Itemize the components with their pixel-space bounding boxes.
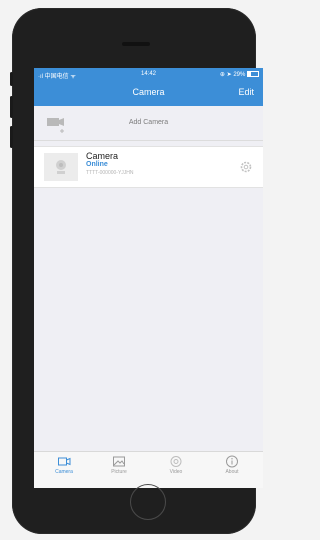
home-button[interactable] — [130, 484, 166, 520]
add-camera-label: Add Camera — [128, 119, 169, 126]
location-icon: ⊕ ➤ — [219, 72, 234, 78]
tab-video-label: Video — [169, 469, 183, 475]
page-title: Camera — [132, 87, 165, 97]
camera-device-id: TTTT-000000-YJJHN — [86, 170, 134, 176]
camera-list-item[interactable]: Camera Online TTTT-000000-YJJHN — [34, 146, 263, 188]
tab-about-label: About — [225, 469, 239, 475]
app-screen: ·ıl 中国电信 ᯤ 14:42 ⊕ ➤ 29% Camera Edit Add… — [34, 68, 263, 488]
mute-switch — [10, 72, 13, 86]
settings-gear-icon[interactable] — [239, 160, 253, 174]
tab-picture[interactable]: Picture — [97, 455, 141, 487]
picture-icon — [113, 456, 125, 467]
status-indicators: ⊕ ➤ 29% — [220, 71, 259, 78]
edit-button[interactable]: Edit — [238, 87, 254, 97]
battery-percent: 29% — [233, 72, 246, 78]
tab-camera[interactable]: Camera — [42, 455, 86, 487]
camera-tab-icon — [58, 457, 71, 466]
earpiece — [122, 42, 150, 46]
add-camera-row[interactable]: Add Camera — [34, 106, 263, 141]
status-bar: ·ıl 中国电信 ᯤ 14:42 ⊕ ➤ 29% — [34, 68, 263, 81]
camera-thumbnail — [44, 153, 78, 181]
battery-icon — [247, 71, 259, 78]
info-icon — [226, 455, 238, 468]
tab-bar: Camera Picture Video About — [34, 451, 263, 488]
volume-down-button — [10, 126, 13, 148]
camera-name: Camera — [86, 151, 119, 161]
camera-device-icon — [56, 160, 66, 174]
tab-about[interactable]: About — [210, 455, 254, 487]
tab-video[interactable]: Video — [154, 455, 198, 487]
tab-camera-label: Camera — [55, 469, 73, 475]
volume-up-button — [10, 96, 13, 118]
navigation-bar: ·ıl 中国电信 ᯤ 14:42 ⊕ ➤ 29% Camera Edit — [34, 68, 263, 106]
camera-status: Online — [86, 161, 108, 168]
tab-picture-label: Picture — [111, 469, 127, 475]
video-icon — [170, 456, 182, 467]
